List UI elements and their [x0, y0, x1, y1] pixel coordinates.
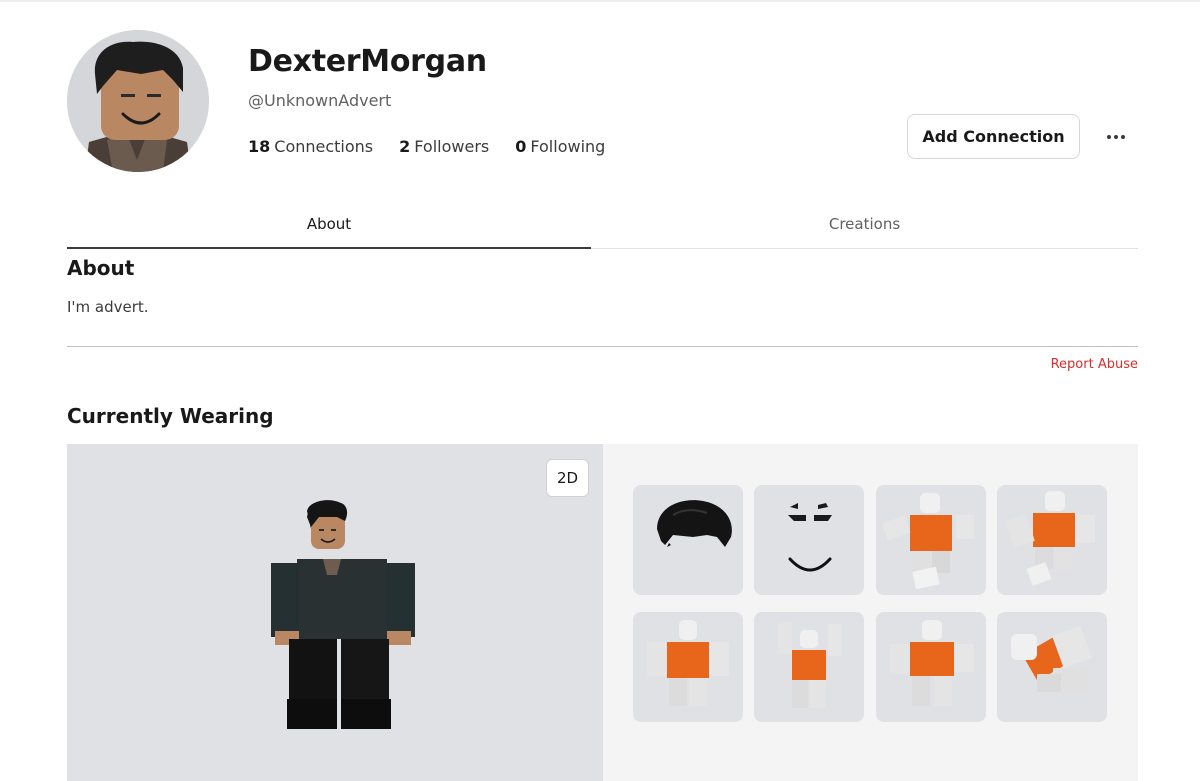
stat-count: 18 [248, 137, 271, 156]
add-connection-button[interactable]: Add Connection [907, 114, 1080, 159]
username: @UnknownAdvert [248, 91, 392, 110]
animation-pose-icon[interactable] [633, 612, 743, 722]
avatar-headshot[interactable] [67, 30, 209, 172]
tab-about[interactable]: About [67, 200, 591, 249]
profile-stats: 18 Connections 2 Followers 0 Following [248, 137, 605, 156]
animation-pose-icon[interactable] [876, 485, 986, 595]
top-border [0, 0, 1200, 2]
stat-label: Following [530, 137, 606, 156]
animation-pose-icon[interactable] [876, 612, 986, 722]
currently-wearing-heading: Currently Wearing [67, 404, 274, 428]
profile-tabs: About Creations [67, 200, 1138, 249]
wearing-items-grid [603, 444, 1138, 781]
stat-connections[interactable]: 18 Connections [248, 137, 373, 156]
animation-pose-icon[interactable] [754, 612, 864, 722]
stat-count: 2 [399, 137, 411, 156]
ellipsis-icon[interactable] [1100, 123, 1132, 151]
face-item-icon[interactable] [754, 485, 864, 595]
avatar-viewer[interactable]: 2D [67, 444, 603, 781]
about-description: I'm advert. [67, 298, 149, 316]
animation-pose-icon[interactable] [997, 485, 1107, 595]
display-name: DexterMorgan [248, 44, 487, 79]
about-heading: About [67, 256, 135, 280]
avatar-figure-icon [271, 500, 415, 729]
hair-item-icon[interactable] [633, 485, 743, 595]
animation-pose-icon[interactable] [997, 612, 1107, 722]
stat-label: Connections [274, 137, 374, 156]
report-abuse-link[interactable]: Report Abuse [1051, 357, 1138, 372]
stat-following[interactable]: 0 Following [515, 137, 605, 156]
stat-count: 0 [515, 137, 527, 156]
view-2d-toggle[interactable]: 2D [546, 459, 589, 497]
divider [67, 346, 1138, 347]
stat-followers[interactable]: 2 Followers [399, 137, 489, 156]
stat-label: Followers [414, 137, 490, 156]
tab-creations[interactable]: Creations [591, 200, 1138, 248]
